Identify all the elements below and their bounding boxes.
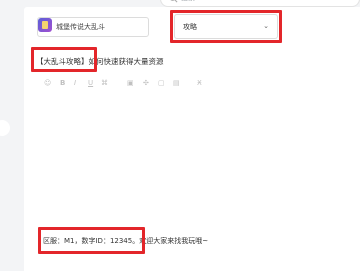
forum-logo bbox=[38, 18, 52, 32]
search-icon bbox=[170, 0, 178, 3]
link-icon[interactable]: ⌘ bbox=[101, 79, 108, 87]
emoji-icon[interactable]: ☺ bbox=[44, 79, 51, 87]
italic-icon[interactable]: I bbox=[74, 79, 76, 87]
highlight-box-title-tag bbox=[31, 47, 97, 72]
title-text: 如何快速获得大量资源 bbox=[88, 57, 164, 66]
forum-name: 城堡传说大乱斗 bbox=[56, 23, 105, 31]
editor-toolbar: ☺ B I U ⌘ ▣ ✣ ▢ ▤ Ӿ bbox=[37, 76, 360, 93]
file-icon[interactable]: ▤ bbox=[173, 79, 180, 87]
search-input[interactable]: 搜索 bbox=[160, 0, 360, 7]
image-icon[interactable]: ▣ bbox=[127, 79, 134, 87]
highlight-box-category bbox=[170, 10, 282, 43]
highlight-box-server-info bbox=[38, 227, 145, 254]
side-float-button[interactable] bbox=[0, 120, 10, 136]
bold-icon[interactable]: B bbox=[60, 79, 65, 87]
clear-format-icon[interactable]: Ӿ bbox=[197, 79, 202, 87]
video-icon[interactable]: ▢ bbox=[158, 79, 165, 87]
forum-selector[interactable]: 城堡传说大乱斗 bbox=[37, 17, 149, 37]
search-placeholder: 搜索 bbox=[181, 0, 195, 3]
underline-icon[interactable]: U bbox=[88, 79, 93, 87]
gallery-icon[interactable]: ✣ bbox=[143, 79, 149, 87]
